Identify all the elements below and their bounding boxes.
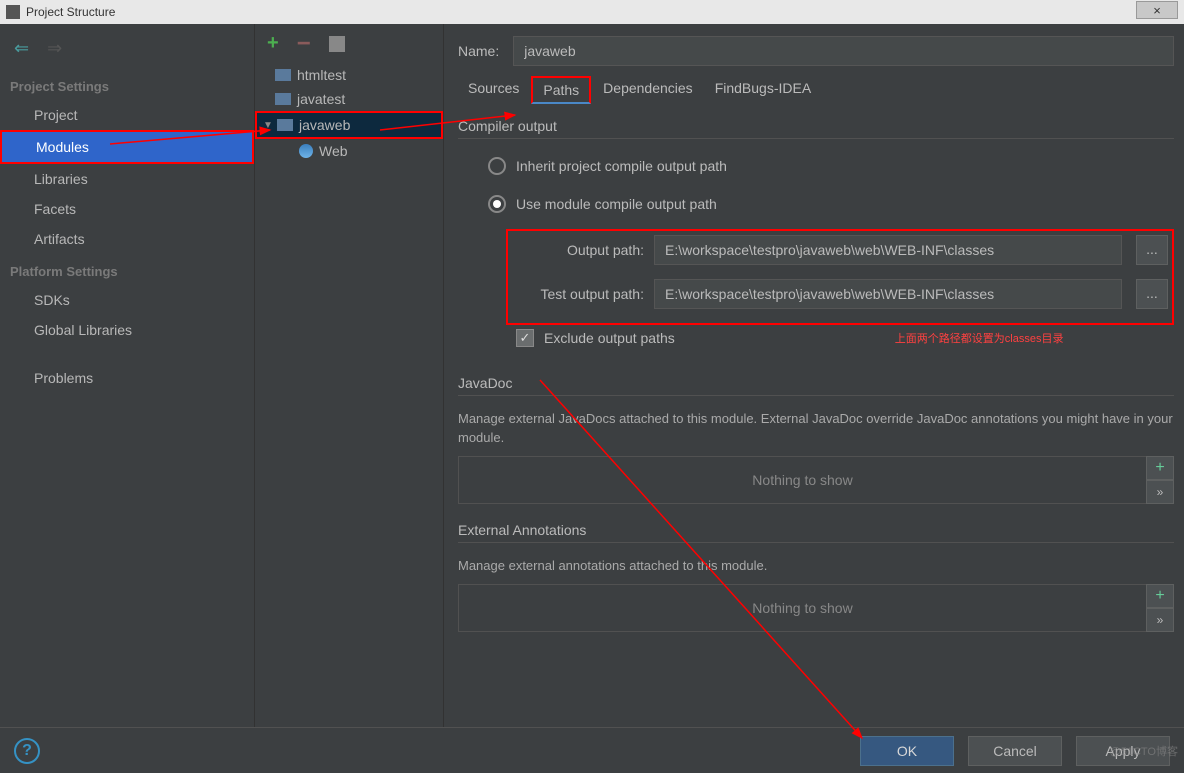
add-javadoc-button[interactable]: + bbox=[1146, 456, 1174, 480]
app-icon bbox=[6, 5, 20, 19]
section-platform-settings: Platform Settings bbox=[0, 254, 254, 285]
web-icon bbox=[299, 144, 313, 158]
browse-output-button[interactable]: ... bbox=[1136, 235, 1168, 265]
ext-anno-list: Nothing to show bbox=[458, 584, 1146, 632]
test-output-label: Test output path: bbox=[512, 286, 644, 302]
cancel-button[interactable]: Cancel bbox=[968, 736, 1062, 766]
more-javadoc-button[interactable]: » bbox=[1146, 480, 1174, 504]
ext-anno-heading: External Annotations bbox=[458, 522, 1174, 543]
sidebar-item-artifacts[interactable]: Artifacts bbox=[0, 224, 254, 254]
back-arrow-icon[interactable]: ⇐ bbox=[14, 38, 29, 59]
sidebar-item-modules[interactable]: Modules bbox=[0, 130, 254, 164]
tree-item-web[interactable]: Web bbox=[255, 139, 443, 163]
test-output-input[interactable] bbox=[654, 279, 1122, 309]
remove-icon[interactable]: − bbox=[297, 38, 311, 50]
tree-item-javaweb[interactable]: ▼javaweb bbox=[255, 111, 443, 139]
close-button[interactable]: × bbox=[1136, 1, 1178, 19]
forward-arrow-icon[interactable]: ⇒ bbox=[47, 38, 62, 59]
titlebar: Project Structure × bbox=[0, 0, 1184, 24]
sidebar-item-global-libraries[interactable]: Global Libraries bbox=[0, 315, 254, 345]
radio-icon bbox=[488, 157, 506, 175]
add-icon[interactable]: + bbox=[267, 32, 279, 55]
browse-test-button[interactable]: ... bbox=[1136, 279, 1168, 309]
ext-anno-desc: Manage external annotations attached to … bbox=[458, 557, 1174, 576]
javadoc-desc: Manage external JavaDocs attached to thi… bbox=[458, 410, 1174, 448]
add-anno-button[interactable]: + bbox=[1146, 584, 1174, 608]
watermark: @51CTO博客 bbox=[1110, 743, 1178, 759]
folder-icon bbox=[277, 119, 293, 131]
content-panel: Name: Sources Paths Dependencies FindBug… bbox=[444, 24, 1184, 727]
output-path-label: Output path: bbox=[512, 242, 644, 258]
sidebar-item-libraries[interactable]: Libraries bbox=[0, 164, 254, 194]
radio-module[interactable]: Use module compile output path bbox=[458, 191, 1174, 217]
javadoc-heading: JavaDoc bbox=[458, 375, 1174, 396]
sidebar-item-facets[interactable]: Facets bbox=[0, 194, 254, 224]
tab-dependencies[interactable]: Dependencies bbox=[593, 76, 703, 104]
more-anno-button[interactable]: » bbox=[1146, 608, 1174, 632]
expand-icon[interactable]: ▼ bbox=[263, 120, 273, 131]
tab-findbugs[interactable]: FindBugs-IDEA bbox=[705, 76, 821, 104]
window-title: Project Structure bbox=[26, 5, 115, 19]
tab-sources[interactable]: Sources bbox=[458, 76, 529, 104]
tabs: Sources Paths Dependencies FindBugs-IDEA bbox=[458, 76, 1174, 104]
javadoc-list: Nothing to show bbox=[458, 456, 1146, 504]
sidebar-item-problems[interactable]: Problems bbox=[0, 363, 254, 393]
folder-icon bbox=[275, 69, 291, 81]
radio-icon bbox=[488, 195, 506, 213]
radio-inherit[interactable]: Inherit project compile output path bbox=[458, 153, 1174, 179]
ok-button[interactable]: OK bbox=[860, 736, 954, 766]
sidebar-item-project[interactable]: Project bbox=[0, 100, 254, 130]
copy-icon[interactable] bbox=[329, 36, 345, 52]
tree-item-javatest[interactable]: javatest bbox=[255, 87, 443, 111]
output-path-input[interactable] bbox=[654, 235, 1122, 265]
help-button[interactable]: ? bbox=[14, 738, 40, 764]
compiler-output-heading: Compiler output bbox=[458, 118, 1174, 139]
exclude-checkbox[interactable]: ✓ bbox=[516, 329, 534, 347]
sidebar-item-sdks[interactable]: SDKs bbox=[0, 285, 254, 315]
exclude-label: Exclude output paths bbox=[544, 330, 675, 346]
tab-paths[interactable]: Paths bbox=[531, 76, 591, 104]
annotation-paths: 上面两个路径都设置为classes目录 bbox=[895, 330, 1064, 346]
name-input[interactable] bbox=[513, 36, 1174, 66]
folder-icon bbox=[275, 93, 291, 105]
tree-item-htmltest[interactable]: htmltest bbox=[255, 63, 443, 87]
section-project-settings: Project Settings bbox=[0, 69, 254, 100]
name-label: Name: bbox=[458, 43, 499, 59]
dialog-footer: ? OK Cancel Apply bbox=[0, 727, 1184, 773]
module-tree: + − htmltest javatest ▼javaweb Web bbox=[255, 24, 444, 727]
sidebar: ⇐ ⇒ Project Settings Project Modules Lib… bbox=[0, 24, 255, 727]
